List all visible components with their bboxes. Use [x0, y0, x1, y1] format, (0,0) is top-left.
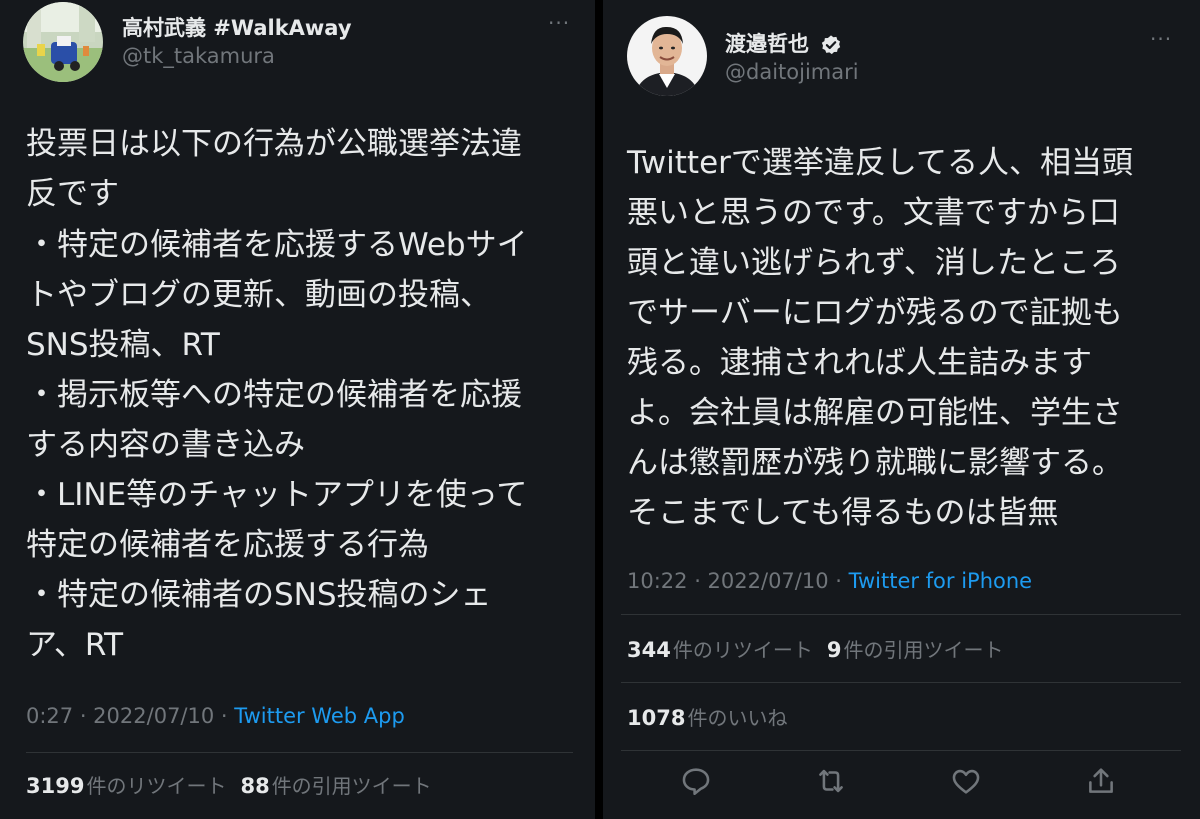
tweet-text-line: んは懲罰歴が残り就職に影響する。: [627, 445, 1123, 481]
user-handle[interactable]: @daitojimari: [725, 60, 859, 84]
tweet-text-line: 投票日は以下の行為が公職選挙法違: [26, 126, 522, 162]
divider: [26, 752, 573, 753]
tweet-timestamp[interactable]: 0:27 · 2022/07/10 ·: [26, 704, 234, 728]
retweets-stat[interactable]: 3199 件のリツイート: [26, 774, 226, 798]
tweet-meta: 0:27 · 2022/07/10 · Twitter Web App: [26, 704, 405, 728]
divider: [621, 614, 1181, 615]
tweet-text-line: 頭と違い逃げられず、消したところ: [627, 245, 1121, 281]
avatar-image: [23, 2, 103, 82]
quotes-stat[interactable]: 9 件の引用ツイート: [827, 638, 1004, 662]
tweet-text-line: する内容の書き込み: [26, 427, 305, 463]
divider: [621, 682, 1181, 683]
verified-badge-icon: [822, 35, 841, 55]
share-icon[interactable]: [1084, 764, 1118, 798]
tweet-source-link[interactable]: Twitter Web App: [234, 704, 405, 728]
tweet-text-line: SNS投稿、RT: [26, 327, 220, 363]
more-icon[interactable]: ···: [548, 13, 570, 33]
tweet-text-line: そこまでしても得るものは皆無: [627, 495, 1059, 531]
likes-stat[interactable]: 1078 件のいいね: [627, 702, 787, 731]
avatar[interactable]: [627, 16, 707, 96]
tweet-left: 高村武義 #WalkAway @tk_takamura ··· 投票日は以下の行…: [0, 0, 595, 819]
tweet-text-line: ・掲示板等への特定の候補者を応援: [26, 377, 522, 413]
retweets-stat[interactable]: 344 件のリツイート: [627, 638, 813, 662]
tweet-text-line: トやブログの更新、動画の投稿、: [26, 277, 491, 313]
tweet-text-line: ア、RT: [26, 627, 124, 663]
engagement-stats: 344 件のリツイート 9 件の引用ツイート: [627, 634, 1003, 663]
more-icon[interactable]: ···: [1150, 29, 1172, 49]
tweet-text-line: でサーバーにログが残るので証拠も: [627, 295, 1123, 331]
tweet-timestamp[interactable]: 10:22 · 2022/07/10 ·: [627, 569, 849, 593]
engagement-stats: 3199 件のリツイート 88 件の引用ツイート: [26, 770, 432, 799]
quotes-stat[interactable]: 88 件の引用ツイート: [240, 774, 431, 798]
tweet-text-line: よ。会社員は解雇の可能性、学生さ: [627, 395, 1123, 431]
reply-icon[interactable]: [679, 764, 713, 798]
tweet-text-line: Twitterで選挙違反してる人、相当頭: [627, 145, 1133, 181]
avatar-image: [627, 16, 707, 96]
display-name[interactable]: 高村武義 #WalkAway: [122, 12, 352, 42]
retweet-icon[interactable]: [814, 764, 848, 798]
tweet-text-line: 悪いと思うのです。文書ですから口: [627, 195, 1120, 231]
avatar[interactable]: [23, 2, 103, 82]
tweet-text-line: 特定の候補者を応援する行為: [26, 527, 429, 563]
tweet-source-link[interactable]: Twitter for iPhone: [849, 569, 1033, 593]
user-handle[interactable]: @tk_takamura: [122, 44, 275, 68]
divider: [621, 750, 1181, 751]
tweet-text-line: ・特定の候補者のSNS投稿のシェ: [26, 577, 492, 613]
like-icon[interactable]: [949, 764, 983, 798]
tweet-text-line: 残る。逮捕されれば人生詰みます: [627, 345, 1092, 381]
display-name[interactable]: 渡邉哲也: [725, 28, 842, 58]
tweet-text-line: 反です: [26, 176, 119, 212]
tweet-meta: 10:22 · 2022/07/10 · Twitter for iPhone: [627, 569, 1032, 593]
tweet-right: 渡邉哲也 @daitojimari ··· Twitterで選挙違反してる人、相…: [603, 0, 1200, 819]
tweet-text-line: ・特定の候補者を応援するWebサイ: [26, 227, 528, 263]
tweet-text-line: ・LINE等のチャットアプリを使って: [26, 477, 528, 513]
